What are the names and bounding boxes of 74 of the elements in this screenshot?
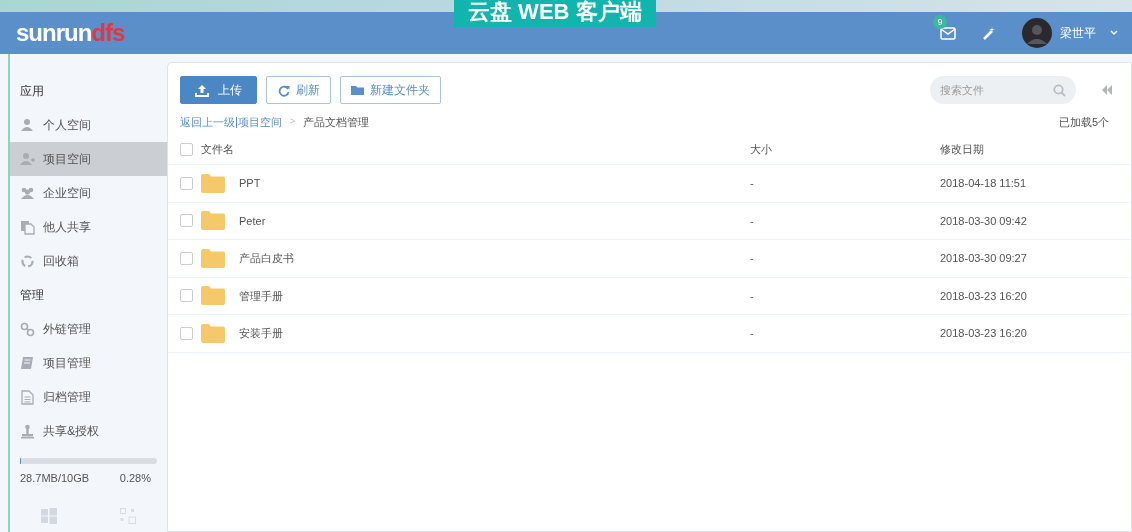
checkbox[interactable] <box>180 214 193 228</box>
column-header: 文件名 <box>201 142 234 158</box>
checkbox[interactable] <box>180 326 193 340</box>
checkbox[interactable] <box>180 251 193 265</box>
file-size: - <box>750 214 754 227</box>
modified-date: 2018-03-23 16:20 <box>940 326 1027 341</box>
section-heading: 管理 <box>19 287 45 304</box>
column-header: 大小 <box>750 143 772 156</box>
document-icon <box>20 389 35 405</box>
windows-icon[interactable] <box>41 508 58 524</box>
recycle-icon <box>20 253 35 269</box>
count-badge: 9 <box>933 15 947 29</box>
magic-wand-icon[interactable] <box>982 26 996 40</box>
file-name[interactable]: PPT <box>239 175 261 192</box>
refresh-button[interactable]: 刷新 <box>266 76 331 104</box>
folder-icon <box>201 323 225 343</box>
sidebar-item[interactable]: 归档管理 <box>10 380 167 414</box>
link-icon <box>20 321 35 337</box>
folder-icon <box>201 211 225 231</box>
user-add-icon <box>20 151 35 167</box>
search-field[interactable]: 搜索文件 <box>930 76 1076 104</box>
breadcrumb-link[interactable]: 项目空间 <box>238 113 282 131</box>
sidebar-item[interactable]: 个人空间 <box>10 108 167 142</box>
sidebar-item[interactable]: 项目空间 <box>10 142 167 176</box>
book-icon <box>20 355 35 371</box>
breadcrumb-separator: > <box>290 115 296 129</box>
modified-date: 2018-04-18 11:51 <box>940 176 1027 191</box>
loaded-count: 已加载5个 <box>1058 114 1109 130</box>
upload-button[interactable]: 上传 <box>180 76 257 104</box>
sidebar-item[interactable]: 他人共享 <box>10 210 167 244</box>
collapse-icon[interactable] <box>1101 85 1113 95</box>
mail-icon[interactable] <box>940 24 956 42</box>
storage-percent: 0.28% <box>119 471 151 486</box>
file-size: - <box>750 177 754 189</box>
checkbox[interactable] <box>180 176 193 190</box>
sidebar-item[interactable]: 项目管理 <box>10 346 167 380</box>
sidebar-item[interactable]: 回收箱 <box>10 244 167 278</box>
upload-icon <box>195 83 209 97</box>
column-header: 修改日期 <box>940 142 984 158</box>
refresh-icon <box>277 83 291 97</box>
new-folder-button[interactable]: 新建文件夹 <box>340 76 441 104</box>
sidebar-item[interactable]: 外链管理 <box>10 312 167 346</box>
file-size: - <box>750 327 754 339</box>
folder-icon <box>351 83 365 97</box>
file-name[interactable]: 管理手册 <box>239 287 283 304</box>
file-size: - <box>750 252 754 264</box>
storage-used: 28.7MB/10GB <box>20 471 90 486</box>
group-icon <box>20 185 35 201</box>
back-link[interactable]: 返回上一级 <box>180 113 235 131</box>
checkbox[interactable] <box>180 289 193 303</box>
modified-date: 2018-03-30 09:42 <box>940 213 1027 229</box>
modified-date: 2018-03-23 16:20 <box>940 288 1027 304</box>
folder-icon <box>201 173 225 193</box>
search-icon[interactable] <box>1053 84 1066 97</box>
checkbox[interactable] <box>180 143 193 156</box>
breadcrumb-current: 产品文档管理 <box>303 114 370 130</box>
qr-code-icon[interactable] <box>119 508 136 524</box>
folder-icon <box>201 248 225 268</box>
file-name[interactable]: 安装手册 <box>239 325 283 342</box>
person-icon <box>20 117 35 133</box>
section-heading: 应用 <box>19 83 45 100</box>
file-name[interactable]: Peter <box>239 212 266 229</box>
avatar[interactable] <box>1022 18 1052 48</box>
chevron-down-icon[interactable] <box>1110 30 1118 36</box>
file-size: - <box>750 289 754 302</box>
stamp-icon <box>20 423 35 439</box>
files-icon <box>20 219 35 235</box>
file-name[interactable]: 产品白皮书 <box>239 250 294 267</box>
logo: sunrundfs <box>16 18 125 48</box>
modified-date: 2018-03-30 09:27 <box>940 251 1027 266</box>
banner-title: 云盘 WEB 客户端 <box>454 0 656 27</box>
sidebar-item[interactable]: 共享&授权 <box>10 414 167 448</box>
sidebar-item[interactable]: 企业空间 <box>10 176 167 210</box>
folder-icon <box>201 286 225 306</box>
